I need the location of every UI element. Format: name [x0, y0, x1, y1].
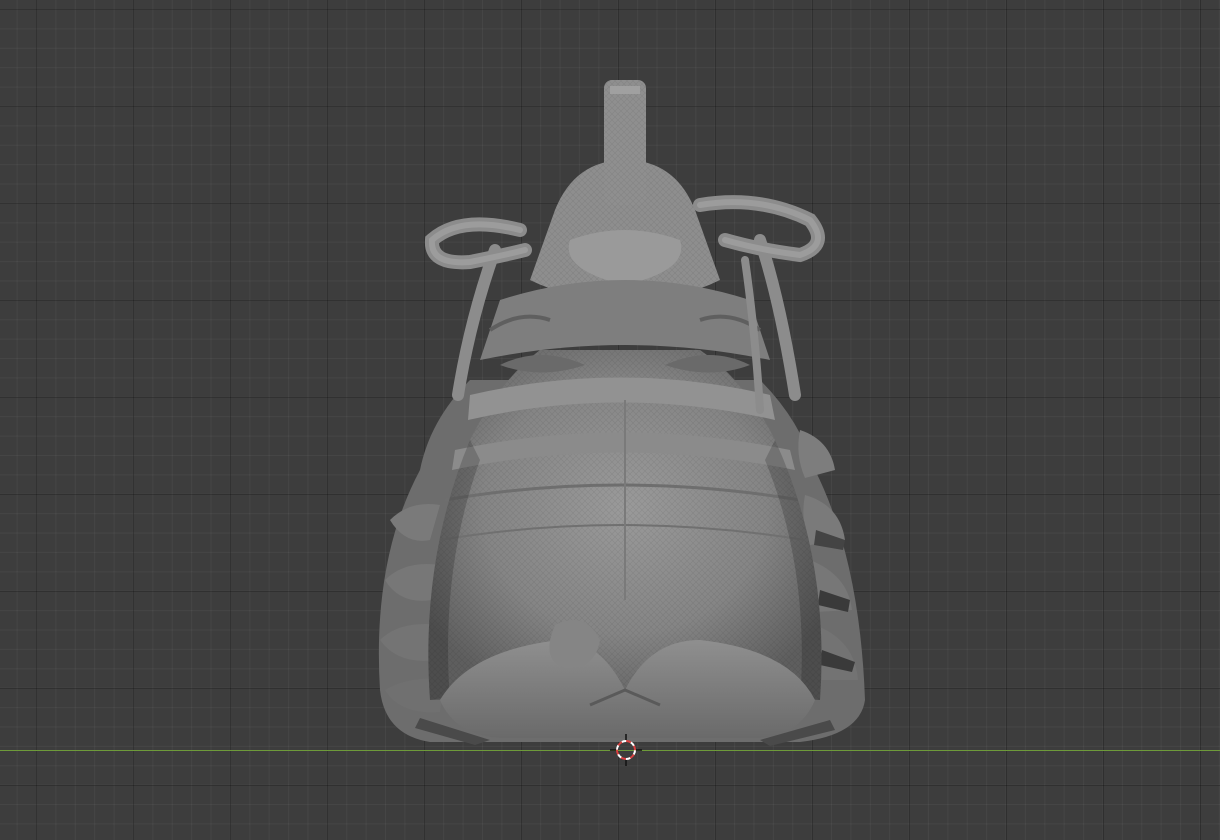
3d-cursor-icon[interactable]: [610, 734, 642, 766]
shoe-tongue: [530, 80, 720, 300]
3d-viewport[interactable]: [0, 0, 1220, 840]
shoe-mesh-object[interactable]: [0, 0, 1220, 840]
